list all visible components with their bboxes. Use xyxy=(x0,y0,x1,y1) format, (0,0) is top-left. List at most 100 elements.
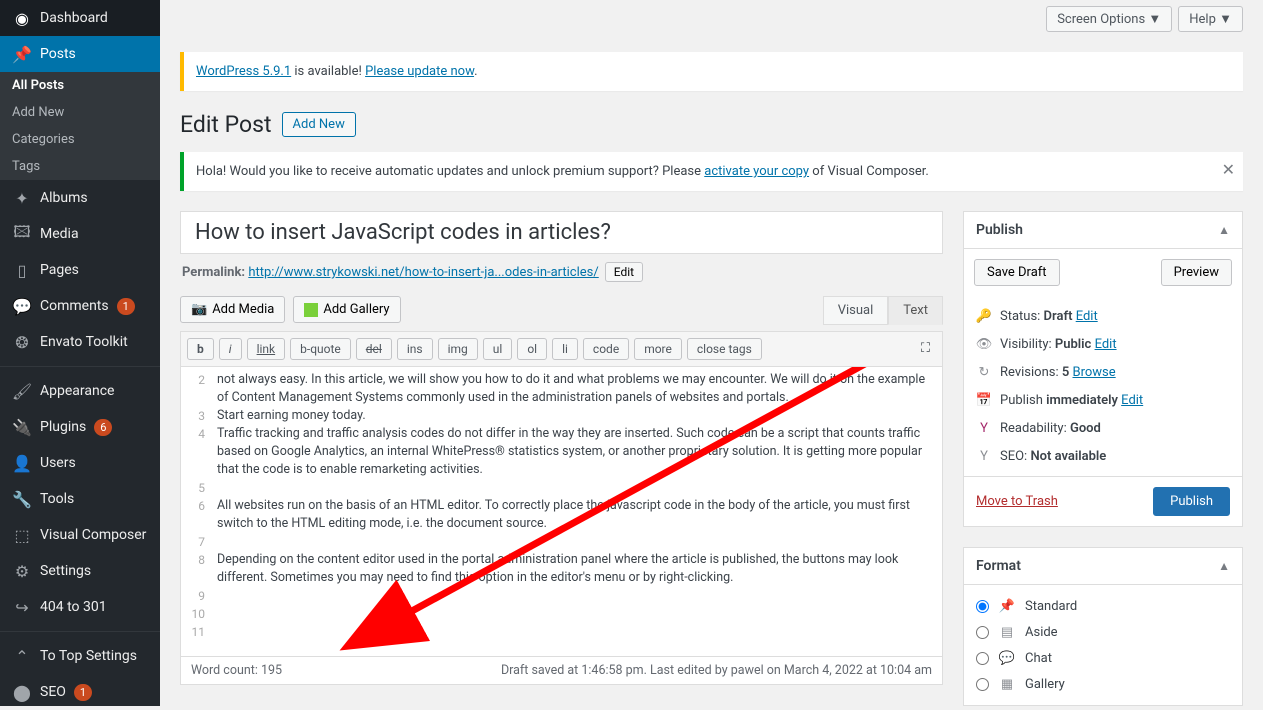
plugin-icon: 🔌 xyxy=(12,417,32,437)
tool-img[interactable]: img xyxy=(438,338,478,360)
seo-icon: ⬤ xyxy=(12,682,32,702)
tab-text[interactable]: Text xyxy=(888,296,943,325)
sidebar-label: Dashboard xyxy=(40,10,108,26)
post-title-input[interactable] xyxy=(180,211,943,254)
sidebar-item-users[interactable]: 👤Users xyxy=(0,445,160,481)
sub-tags[interactable]: Tags xyxy=(0,153,160,180)
chevron-up-icon: ▲ xyxy=(1218,559,1230,573)
preview-button[interactable]: Preview xyxy=(1161,259,1232,286)
tool-bquote[interactable]: b-quote xyxy=(290,338,351,360)
dismiss-notice-button[interactable]: ✕ xyxy=(1222,160,1235,179)
sidebar-item-settings[interactable]: ⚙Settings xyxy=(0,553,160,589)
help-button[interactable]: Help ▼ xyxy=(1178,6,1243,32)
tool-li[interactable]: li xyxy=(552,338,578,360)
sidebar-item-envato[interactable]: ❂Envato Toolkit xyxy=(0,324,160,360)
permalink-row: Permalink: http://www.strykowski.net/how… xyxy=(180,254,943,296)
vc-icon: ⬚ xyxy=(12,525,32,545)
line-numbers: 234567891011 xyxy=(181,367,211,656)
publish-date-edit-link[interactable]: Edit xyxy=(1121,393,1143,408)
publish-heading[interactable]: Publish▲ xyxy=(964,212,1242,249)
page-title: Edit Post xyxy=(180,111,272,138)
tool-ul[interactable]: ul xyxy=(483,338,513,360)
tool-closetags[interactable]: close tags xyxy=(687,338,762,360)
tool-code[interactable]: code xyxy=(583,338,629,360)
calendar-icon: 📅 xyxy=(976,392,992,408)
tool-i[interactable]: i xyxy=(219,338,242,360)
main-content: Screen Options ▼ Help ▼ WordPress 5.9.1 … xyxy=(160,0,1263,706)
word-count: Word count: 195 xyxy=(191,663,282,678)
move-to-trash-link[interactable]: Move to Trash xyxy=(976,494,1058,509)
sidebar-item-dashboard[interactable]: ◉Dashboard xyxy=(0,0,160,36)
editor-footer: Word count: 195 Draft saved at 1:46:58 p… xyxy=(180,657,943,685)
media-icon: 🖾 xyxy=(12,224,32,244)
sidebar-item-404[interactable]: ↪404 to 301 xyxy=(0,589,160,625)
draft-status: Draft saved at 1:46:58 pm. Last edited b… xyxy=(501,663,932,678)
revisions-browse-link[interactable]: Browse xyxy=(1073,365,1116,380)
wrench-icon: 🔧 xyxy=(12,489,32,509)
tool-link[interactable]: link xyxy=(247,338,286,360)
vc-notice: Hola! Would you like to receive automati… xyxy=(180,152,1243,191)
chevron-up-icon: ⌃ xyxy=(12,646,32,666)
screen-options-button[interactable]: Screen Options ▼ xyxy=(1046,6,1172,32)
format-gallery[interactable]: ▦Gallery xyxy=(976,671,1230,697)
permalink-edit-button[interactable]: Edit xyxy=(605,262,643,282)
format-metabox: Format▲ 📌Standard ▤Aside 💬Chat ▦Gallery xyxy=(963,547,1243,706)
visibility-edit-link[interactable]: Edit xyxy=(1095,337,1117,352)
sidebar-item-vc[interactable]: ⬚Visual Composer xyxy=(0,517,160,553)
sub-add-new[interactable]: Add New xyxy=(0,99,160,126)
sidebar-item-plugins[interactable]: 🔌Plugins6 xyxy=(0,409,160,445)
code-text[interactable]: not always easy. In this article, we wil… xyxy=(211,367,942,656)
editor-body[interactable]: 234567891011 not always easy. In this ar… xyxy=(180,367,943,657)
aside-icon: ▤ xyxy=(999,624,1015,640)
sidebar-item-totop[interactable]: ⌃To Top Settings xyxy=(0,638,160,674)
leaf-icon: ❂ xyxy=(12,332,32,352)
gallery-icon xyxy=(304,303,318,317)
add-new-button[interactable]: Add New xyxy=(282,112,356,137)
plugins-badge: 6 xyxy=(94,419,112,436)
tool-more[interactable]: more xyxy=(634,338,682,360)
tool-b[interactable]: b xyxy=(187,338,214,360)
permalink-link[interactable]: http://www.strykowski.net/how-to-insert-… xyxy=(248,265,598,280)
key-icon: 🔑 xyxy=(976,308,992,324)
publish-metabox: Publish▲ Save Draft Preview 🔑Status: Dra… xyxy=(963,211,1243,527)
seo-badge: 1 xyxy=(74,684,92,701)
eye-icon: 👁 xyxy=(976,336,992,352)
brush-icon: 🖌 xyxy=(12,381,32,401)
tool-ins[interactable]: ins xyxy=(397,338,433,360)
sub-categories[interactable]: Categories xyxy=(0,126,160,153)
activate-copy-link[interactable]: activate your copy xyxy=(704,164,809,179)
format-aside[interactable]: ▤Aside xyxy=(976,619,1230,645)
sidebar-item-appearance[interactable]: 🖌Appearance xyxy=(0,373,160,409)
update-now-link[interactable]: Please update now xyxy=(365,64,474,79)
status-edit-link[interactable]: Edit xyxy=(1076,309,1098,324)
sidebar-item-tools[interactable]: 🔧Tools xyxy=(0,481,160,517)
save-draft-button[interactable]: Save Draft xyxy=(974,259,1060,286)
format-standard[interactable]: 📌Standard xyxy=(976,593,1230,619)
sidebar-item-pages[interactable]: ▯Pages xyxy=(0,252,160,288)
sub-all-posts[interactable]: All Posts xyxy=(0,72,160,99)
fullscreen-icon[interactable]: ⛶ xyxy=(915,338,936,360)
camera-icon: 📷 xyxy=(191,302,207,317)
sidebar-item-comments[interactable]: 💬Comments1 xyxy=(0,288,160,324)
tool-ol[interactable]: ol xyxy=(517,338,547,360)
tool-del[interactable]: del xyxy=(356,338,392,360)
sidebar-item-posts[interactable]: 📌Posts xyxy=(0,36,160,72)
add-media-button[interactable]: 📷Add Media xyxy=(180,296,285,323)
add-gallery-button[interactable]: Add Gallery xyxy=(293,296,400,323)
comments-badge: 1 xyxy=(117,298,135,315)
update-notice: WordPress 5.9.1 is available! Please upd… xyxy=(180,52,1243,91)
format-chat[interactable]: 💬Chat xyxy=(976,645,1230,671)
tab-visual[interactable]: Visual xyxy=(823,296,889,325)
chat-icon: 💬 xyxy=(999,650,1015,666)
editor-toolbar: b i link b-quote del ins img ul ol li co… xyxy=(180,331,943,367)
publish-button[interactable]: Publish xyxy=(1153,487,1230,516)
format-heading[interactable]: Format▲ xyxy=(964,548,1242,585)
sidebar-item-seo[interactable]: ⬤SEO1 xyxy=(0,674,160,710)
sidebar-item-albums[interactable]: ✦Albums xyxy=(0,180,160,216)
sidebar-item-media[interactable]: 🖾Media xyxy=(0,216,160,252)
pin-icon: 📌 xyxy=(12,44,32,64)
update-version-link[interactable]: WordPress 5.9.1 xyxy=(196,64,291,79)
star-icon: ✦ xyxy=(12,188,32,208)
page-icon: ▯ xyxy=(12,260,32,280)
chevron-up-icon: ▲ xyxy=(1218,223,1230,237)
